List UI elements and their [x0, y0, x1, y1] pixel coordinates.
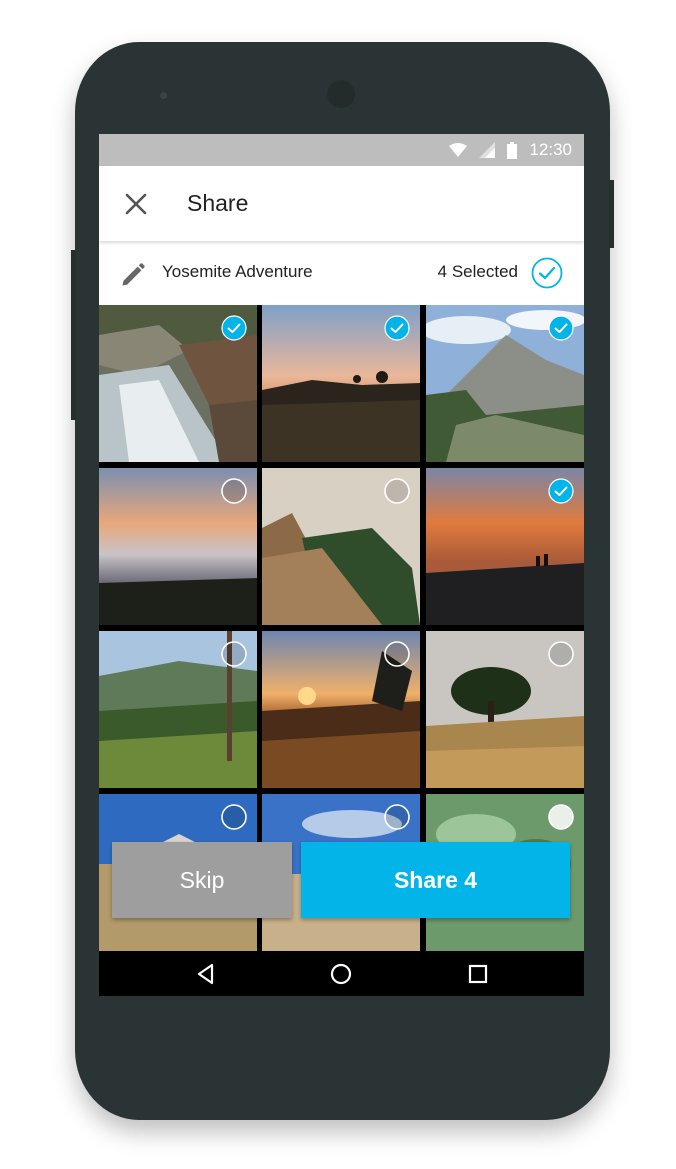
photo-tile[interactable] [99, 305, 257, 462]
checkmark-unselected-icon[interactable] [384, 478, 410, 504]
checkmark-selected-icon[interactable] [384, 315, 410, 341]
select-all-check-icon[interactable] [531, 257, 563, 289]
checkmark-unselected-icon[interactable] [221, 641, 247, 667]
checkmark-unselected-icon[interactable] [384, 641, 410, 667]
album-bar: Yosemite Adventure 4 Selected [99, 241, 584, 305]
recents-icon[interactable] [466, 962, 490, 986]
photo-tile[interactable] [262, 631, 420, 788]
checkmark-unselected-icon[interactable] [548, 804, 574, 830]
checkmark-unselected-icon[interactable] [384, 804, 410, 830]
app-bar: Share [99, 166, 584, 241]
volume-button [71, 250, 76, 420]
battery-icon [507, 141, 518, 159]
photo-tile[interactable] [426, 631, 584, 788]
screen: 12:30 Share Yosemite Adventure 4 Selecte… [99, 134, 584, 996]
checkmark-unselected-icon[interactable] [221, 804, 247, 830]
photo-tile[interactable] [426, 305, 584, 462]
photo-tile[interactable] [262, 305, 420, 462]
checkmark-selected-icon[interactable] [548, 315, 574, 341]
selected-count: 4 Selected [437, 262, 518, 281]
album-name[interactable]: Yosemite Adventure [162, 262, 313, 282]
page-title: Share [187, 190, 249, 216]
skip-button[interactable]: Skip [112, 842, 292, 918]
checkmark-selected-icon[interactable] [548, 478, 574, 504]
status-bar: 12:30 [99, 134, 584, 166]
photo-tile[interactable] [99, 631, 257, 788]
wifi-icon [449, 142, 468, 157]
share-button[interactable]: Share 4 [301, 842, 570, 918]
checkmark-selected-icon[interactable] [221, 315, 247, 341]
power-button [609, 180, 614, 248]
pencil-icon[interactable] [119, 261, 147, 289]
status-time: 12:30 [529, 140, 572, 159]
proximity-sensor [160, 92, 167, 99]
home-icon[interactable] [329, 962, 353, 986]
navigation-bar [99, 952, 584, 996]
back-icon[interactable] [194, 962, 218, 986]
photo-tile[interactable] [426, 468, 584, 625]
photo-tile[interactable] [262, 468, 420, 625]
photo-tile[interactable] [99, 468, 257, 625]
front-camera [327, 80, 355, 108]
checkmark-unselected-icon[interactable] [221, 478, 247, 504]
checkmark-unselected-icon[interactable] [548, 641, 574, 667]
signal-icon [479, 142, 496, 158]
close-icon[interactable] [123, 191, 149, 217]
